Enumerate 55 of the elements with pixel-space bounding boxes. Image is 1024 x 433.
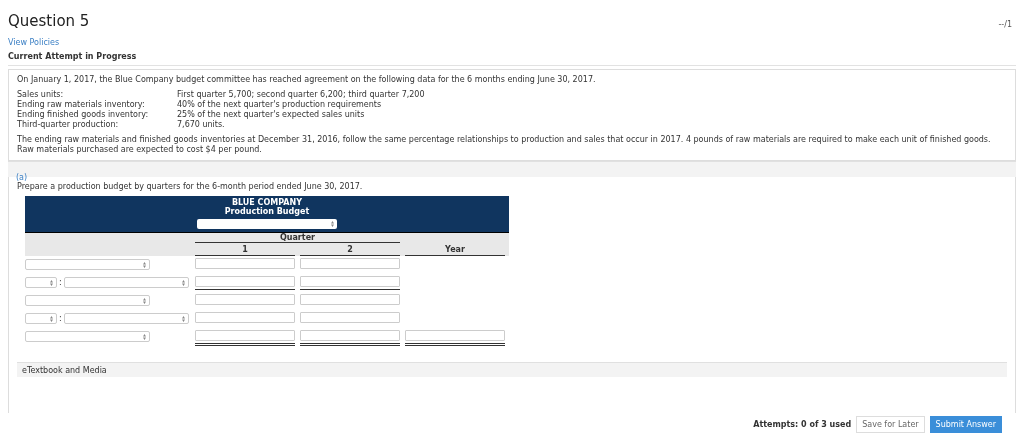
amount-input[interactable] [195, 294, 295, 306]
save-button[interactable]: Save for Later [856, 416, 925, 433]
fact-label: Third-quarter production: [17, 120, 120, 130]
dropdown-select[interactable] [63, 313, 189, 325]
company-name: BLUE COMPANY [231, 198, 303, 208]
colon-separator: : [59, 314, 62, 324]
score-text: --/1 [998, 20, 1012, 29]
attempts-text: Attempts: 0 of 3 used [753, 420, 852, 429]
dropdown-select[interactable] [25, 259, 150, 271]
problem-intro: On January 1, 2017, the Blue Company budget committee has reached agreement on the following data for the 6 months ending June 30, 2017. [17, 75, 597, 85]
resources-label[interactable]: eTextbook and Media [22, 366, 107, 376]
dropdown-arrows-icon [50, 315, 53, 322]
dropdown-arrows-icon [143, 333, 146, 340]
fact-value: 25% of the next quarter's expected sales units [177, 109, 366, 120]
amount-input[interactable] [195, 258, 295, 270]
amount-input[interactable] [300, 276, 400, 288]
attempt-status: Current Attempt in Progress [8, 52, 1016, 66]
fact-label: Ending raw materials inventory: [17, 99, 146, 109]
dropdown-select[interactable] [25, 277, 57, 289]
fact-value: First quarter 5,700; second quarter 6,200; third quarter 7,200 [177, 89, 426, 99]
dropdown-arrows-icon [331, 220, 334, 227]
dropdown-select[interactable] [25, 331, 150, 343]
amount-input[interactable] [195, 312, 295, 324]
problem-note: The ending raw materials and finished goods inventories at December 31, 2016, follow the same percentage relationships to production and sales that occur in 2017. 4 pounds of raw materials are required to make each unit of finished goods. Raw materials purchased are expected to cost $4 per pound. [17, 135, 992, 155]
view-policies-link[interactable]: View Policies [8, 38, 60, 47]
amount-input[interactable] [300, 294, 400, 306]
dropdown-select[interactable] [63, 277, 189, 289]
submit-button[interactable]: Submit Answer [929, 416, 1002, 433]
dropdown-arrows-icon [181, 315, 185, 322]
column-heading: 1 [195, 246, 295, 257]
amount-input[interactable] [300, 330, 400, 342]
fact-label: Ending finished goods inventory: [17, 109, 150, 120]
column-heading: 2 [300, 246, 400, 257]
amount-input[interactable] [300, 312, 400, 324]
part-label: (a) [16, 172, 28, 182]
fact-value: 7,670 units. [177, 120, 226, 130]
instruction-text: Prepare a production budget by quarters for the 6-month period ended June 30, 2017. [17, 181, 364, 192]
dropdown-arrows-icon [143, 297, 146, 304]
period-select[interactable] [197, 218, 337, 229]
amount-input[interactable] [195, 276, 295, 288]
colon-separator: : [59, 278, 62, 288]
amount-input[interactable] [195, 330, 295, 342]
dropdown-arrows-icon [50, 279, 53, 286]
dropdown-arrows-icon [181, 279, 185, 286]
column-group-heading: Quarter [195, 233, 400, 244]
year-input[interactable] [405, 330, 505, 342]
budget-title: Production Budget [224, 207, 310, 217]
fact-value: 40% of the next quarter's production requirements [177, 99, 383, 109]
dropdown-arrows-icon [143, 261, 146, 268]
column-heading: Year [405, 246, 505, 257]
question-title: Question 5 [8, 12, 90, 30]
dropdown-select[interactable] [25, 295, 150, 307]
dropdown-select[interactable] [25, 313, 57, 325]
fact-label: Sales units: [17, 89, 65, 99]
amount-input[interactable] [300, 258, 400, 270]
